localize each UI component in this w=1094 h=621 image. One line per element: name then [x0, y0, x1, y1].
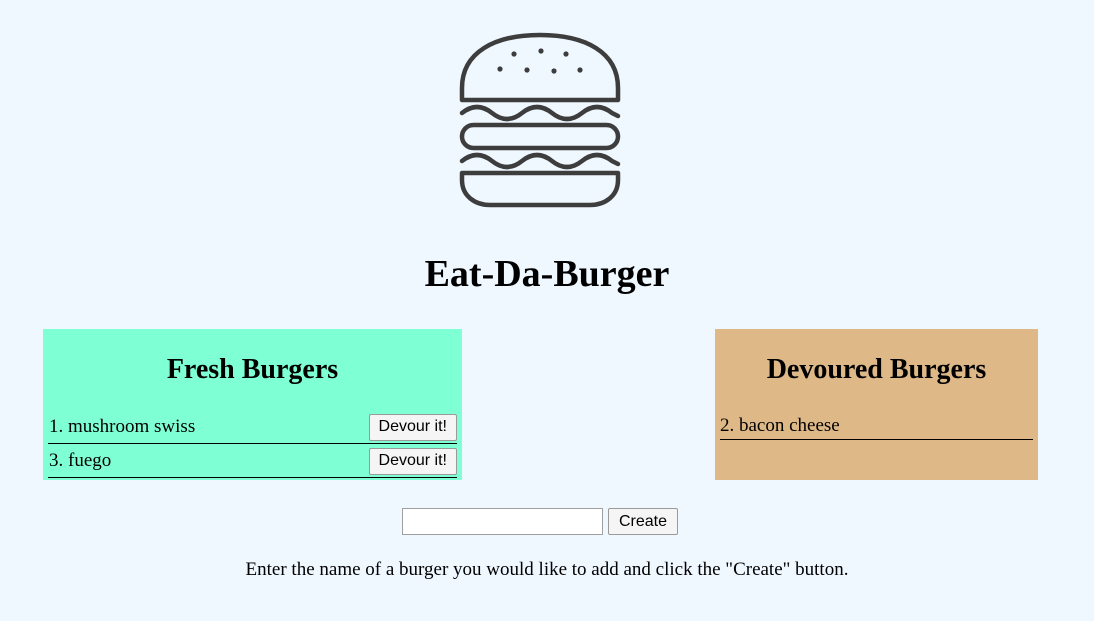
fresh-burger-row: 3. fuego Devour it!: [48, 445, 457, 478]
burger-name: 2. bacon cheese: [720, 415, 840, 436]
devour-button[interactable]: Devour it!: [368, 447, 457, 475]
devoured-burger-row: 2. bacon cheese: [720, 415, 1033, 440]
devoured-burgers-panel: Devoured Burgers 2. bacon cheese: [715, 329, 1038, 480]
burger-name-input[interactable]: [402, 508, 603, 535]
burger-logo-icon: [455, 30, 625, 210]
instructions-text: Enter the name of a burger you would lik…: [245, 559, 849, 580]
create-button[interactable]: Create: [608, 508, 679, 535]
page-title: Eat-Da-Burger: [424, 253, 670, 295]
burger-name: 1. mushroom swiss: [49, 416, 196, 437]
fresh-burgers-panel: Fresh Burgers 1. mushroom swiss Devour i…: [43, 329, 462, 480]
devoured-burgers-heading: Devoured Burgers: [766, 354, 987, 385]
fresh-burgers-heading: Fresh Burgers: [166, 354, 339, 385]
burger-name: 3. fuego: [49, 450, 112, 471]
fresh-burger-row: 1. mushroom swiss Devour it!: [48, 411, 457, 444]
devour-button[interactable]: Devour it!: [368, 413, 457, 441]
create-burger-form: Create: [402, 508, 679, 535]
